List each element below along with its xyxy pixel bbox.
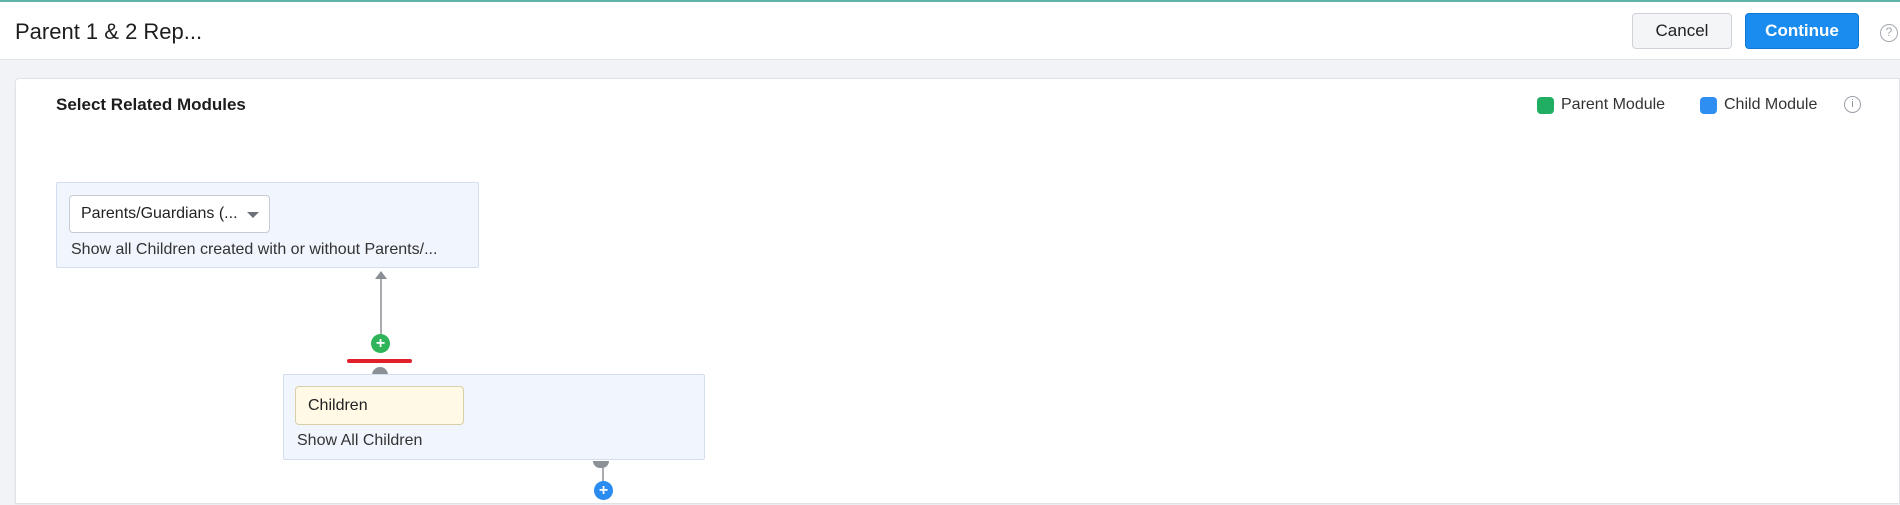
legend-parent-module: Parent Module bbox=[1537, 96, 1665, 114]
help-icon[interactable]: ? bbox=[1880, 24, 1898, 42]
related-modules-panel: Select Related Modules Parent Module Chi… bbox=[15, 78, 1900, 504]
continue-button[interactable]: Continue bbox=[1745, 13, 1859, 49]
child-module-node: Children Show All Children bbox=[283, 374, 705, 460]
chevron-down-icon bbox=[247, 212, 259, 218]
page-title: Parent 1 & 2 Rep... bbox=[15, 19, 203, 44]
cancel-button[interactable]: Cancel bbox=[1632, 13, 1732, 49]
legend-label: Parent Module bbox=[1561, 96, 1666, 113]
parent-module-select[interactable]: Parents/Guardians (... bbox=[69, 195, 270, 233]
parent-module-swatch bbox=[1537, 96, 1554, 114]
arrow-up-icon bbox=[375, 271, 387, 279]
add-parent-plus-icon[interactable]: + bbox=[371, 334, 390, 353]
legend-child-module: Child Module bbox=[1700, 96, 1817, 114]
highlight-underline bbox=[347, 359, 412, 363]
select-value: Parents/Guardians (... bbox=[81, 205, 238, 222]
drag-handle[interactable] bbox=[593, 461, 609, 468]
child-module-swatch bbox=[1700, 96, 1717, 114]
child-module-box[interactable]: Children bbox=[295, 386, 464, 425]
legend-label: Child Module bbox=[1724, 96, 1818, 113]
info-icon[interactable]: i bbox=[1844, 96, 1861, 113]
panel-title: Select Related Modules bbox=[56, 95, 246, 114]
header-bar: Parent 1 & 2 Rep... Cancel Continue ? bbox=[0, 2, 1900, 60]
child-node-description: Show All Children bbox=[297, 432, 423, 449]
add-child-plus-icon[interactable]: + bbox=[594, 481, 613, 500]
parent-node-description: Show all Children created with or withou… bbox=[71, 241, 438, 258]
parent-module-node: Parents/Guardians (... Show all Children… bbox=[56, 182, 479, 268]
